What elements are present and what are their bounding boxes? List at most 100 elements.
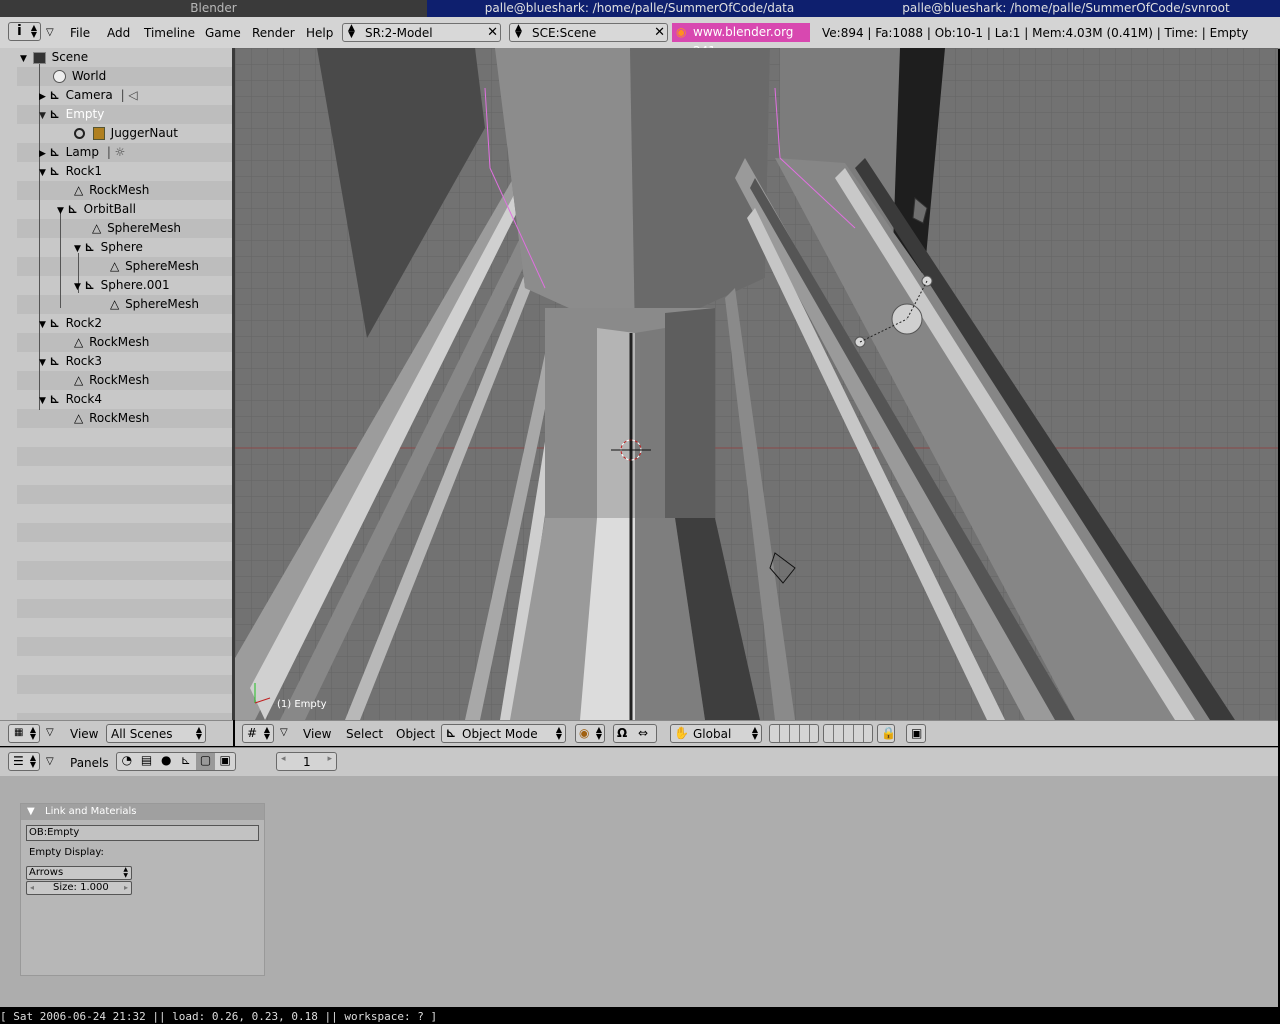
viewport-scene <box>235 48 1278 720</box>
expand-triangle-icon[interactable]: ▼ <box>74 244 81 254</box>
empty-size-field[interactable]: ◂ Size: 1.000 ▸ <box>26 881 132 895</box>
outliner-item-orbitball[interactable]: ▼ ⊾ OrbitBall <box>57 200 136 219</box>
expand-triangle-icon[interactable]: ▼ <box>39 168 46 178</box>
outliner-item-scene[interactable]: ▼ Scene <box>20 48 88 67</box>
blender-window-title[interactable]: Blender <box>0 0 427 17</box>
outliner-item-rock4[interactable]: ▼ ⊾ Rock4 <box>39 390 102 409</box>
3d-view-header: # ▲ ▼ ▽ View Select Object ⊾ Object Mode … <box>235 720 1278 746</box>
outliner-item-rock2[interactable]: ▼ ⊾ Rock2 <box>39 314 102 333</box>
close-icon[interactable]: ✕ <box>487 25 498 40</box>
outliner-item-juggernaut[interactable]: JuggerNaut <box>74 124 178 143</box>
outliner-item-empty[interactable]: ▼ ⊾ Empty <box>39 105 104 124</box>
outliner-gutter <box>0 48 17 720</box>
collapse-triangle-icon[interactable]: ▶ <box>39 92 46 102</box>
menu-help[interactable]: Help <box>306 26 333 40</box>
menu-render[interactable]: Render <box>252 26 295 40</box>
outliner-item-rock1[interactable]: ▼ ⊾ Rock1 <box>39 162 102 181</box>
transform-orientation-dropdown[interactable]: ✋ Global ▲ ▼ <box>670 724 762 743</box>
increment-arrow-icon[interactable]: ▸ <box>124 882 128 894</box>
layer-buttons-1[interactable] <box>769 724 819 743</box>
expand-triangle-icon[interactable]: ▼ <box>39 396 46 406</box>
collapse-menu-icon[interactable]: ▽ <box>280 727 288 738</box>
outliner-item-world[interactable]: World <box>53 67 106 86</box>
terminal-window-title-1[interactable]: palle@blueshark: /home/palle/SummerOfCod… <box>427 0 852 17</box>
collapse-menu-icon[interactable]: ▽ <box>46 727 54 738</box>
shading-context-icon[interactable]: ● <box>156 753 176 770</box>
camera-data-icon[interactable]: | ◁ <box>121 88 138 102</box>
expand-triangle-icon[interactable]: ▼ <box>20 54 27 64</box>
close-icon[interactable]: ✕ <box>654 25 665 40</box>
editing-context-icon[interactable]: ▢ <box>195 753 216 770</box>
outliner-item-rock3[interactable]: ▼ ⊾ Rock3 <box>39 352 102 371</box>
render-preview-button[interactable]: ▣ <box>906 724 926 743</box>
expand-triangle-icon[interactable]: ▼ <box>57 206 64 216</box>
collapse-menu-icon[interactable]: ▽ <box>46 27 54 38</box>
panel-collapse-icon[interactable]: ▼ <box>27 804 35 820</box>
expand-triangle-icon[interactable]: ▼ <box>39 111 46 121</box>
scenes-dropdown[interactable]: All Scenes ▲ ▼ <box>106 724 206 743</box>
object-context-icon[interactable]: ⊾ <box>176 753 196 770</box>
outliner-item-spheremesh[interactable]: △ SphereMesh <box>110 257 199 276</box>
viewport-info-text: (1) Empty <box>277 699 327 710</box>
solid-shading-icon: ◉ <box>579 726 590 740</box>
expand-triangle-icon[interactable]: ▼ <box>74 282 81 292</box>
menu-file[interactable]: File <box>70 26 90 40</box>
menu-panels[interactable]: Panels <box>70 756 109 770</box>
menu-view[interactable]: View <box>70 727 98 741</box>
menu-add[interactable]: Add <box>107 26 130 40</box>
outliner-item-camera[interactable]: ▶ ⊾ Camera | ◁ <box>39 86 138 105</box>
decrement-arrow-icon[interactable]: ◂ <box>281 754 286 764</box>
object-name-field[interactable]: OB:Empty <box>26 825 259 841</box>
outliner-panel[interactable]: ▼ Scene World ▶ ⊾ Camera | ◁ ▼ ⊾ Empty J… <box>0 48 232 720</box>
panel-header[interactable]: ▼ Link and Materials <box>21 804 264 820</box>
lamp-data-icon[interactable]: | ☼ <box>107 145 126 159</box>
layer-buttons-2[interactable] <box>823 724 873 743</box>
outliner-item-spheremesh[interactable]: △ SphereMesh <box>92 219 181 238</box>
pivot-buttons[interactable]: Ω ⇔ <box>613 724 657 743</box>
window-type-menu[interactable]: ☰ ▲ ▼ <box>8 752 40 771</box>
window-type-menu[interactable]: # ▲ ▼ <box>242 724 274 743</box>
increment-arrow-icon[interactable]: ▸ <box>327 754 332 764</box>
expand-triangle-icon[interactable]: ▼ <box>39 358 46 368</box>
outliner-item-sphere[interactable]: ▼ ⊾ Sphere <box>74 238 143 257</box>
menu-object[interactable]: Object <box>396 727 435 741</box>
script-context-icon[interactable]: ▤ <box>137 753 157 770</box>
menu-select[interactable]: Select <box>346 727 383 741</box>
decrement-arrow-icon[interactable]: ◂ <box>30 882 34 894</box>
scene-name[interactable]: SCE:Scene <box>532 26 596 40</box>
screen-selector[interactable]: ▲ ▼ SR:2-Model ✕ <box>342 23 501 42</box>
3d-viewport[interactable]: (1) Empty <box>235 48 1278 720</box>
draw-type-dropdown[interactable]: ◉ ▲ ▼ <box>575 724 605 743</box>
window-type-menu[interactable]: ▦ ▲ ▼ <box>8 724 40 743</box>
blender-logo-link[interactable]: ◉ www.blender.org 241 <box>672 23 810 58</box>
expand-triangle-icon[interactable]: ▼ <box>39 320 46 330</box>
outliner-item-lamp[interactable]: ▶ ⊾ Lamp | ☼ <box>39 143 125 162</box>
snap-icon[interactable]: ⇔ <box>638 726 648 740</box>
object-axis-icon: ⊾ <box>49 392 60 406</box>
magnet-icon[interactable]: Ω <box>617 726 627 740</box>
outliner-item-rockmesh[interactable]: △ RockMesh <box>74 371 149 390</box>
outliner-item-rockmesh[interactable]: △ RockMesh <box>74 333 149 352</box>
scene-selector[interactable]: ▲ ▼ SCE:Scene ✕ <box>509 23 668 42</box>
outliner-item-sphere-001[interactable]: ▼ ⊾ Sphere.001 <box>74 276 170 295</box>
logic-context-icon[interactable]: ◔ <box>117 753 137 770</box>
lock-layers-button[interactable]: 🔒 <box>877 724 896 743</box>
collapse-menu-icon[interactable]: ▽ <box>46 756 54 767</box>
mode-dropdown[interactable]: ⊾ Object Mode ▲ ▼ <box>441 724 566 743</box>
empty-display-dropdown[interactable]: Arrows ▲ ▼ <box>26 866 132 880</box>
menu-view[interactable]: View <box>303 727 331 741</box>
scene-context-icon[interactable]: ▣ <box>215 753 235 770</box>
window-type-menu[interactable]: i ▲ ▼ <box>8 22 41 41</box>
outliner-item-spheremesh[interactable]: △ SphereMesh <box>110 295 199 314</box>
object-axis-icon: ⊾ <box>84 240 95 254</box>
blender-logo-icon: ◉ <box>676 25 687 39</box>
screen-name[interactable]: SR:2-Model <box>365 26 433 40</box>
menu-timeline[interactable]: Timeline <box>144 26 195 40</box>
outliner-item-rockmesh[interactable]: △ RockMesh <box>74 409 149 428</box>
terminal-window-title-2[interactable]: palle@blueshark: /home/palle/SummerOfCod… <box>852 0 1280 17</box>
collapse-triangle-icon[interactable]: ▶ <box>39 149 46 159</box>
outliner-item-rockmesh[interactable]: △ RockMesh <box>74 181 149 200</box>
context-buttons[interactable]: ◔ ▤ ● ⊾ ▢ ▣ <box>116 752 236 771</box>
menu-game[interactable]: Game <box>205 26 241 40</box>
frame-counter[interactable]: ◂ 1 ▸ <box>276 752 337 771</box>
